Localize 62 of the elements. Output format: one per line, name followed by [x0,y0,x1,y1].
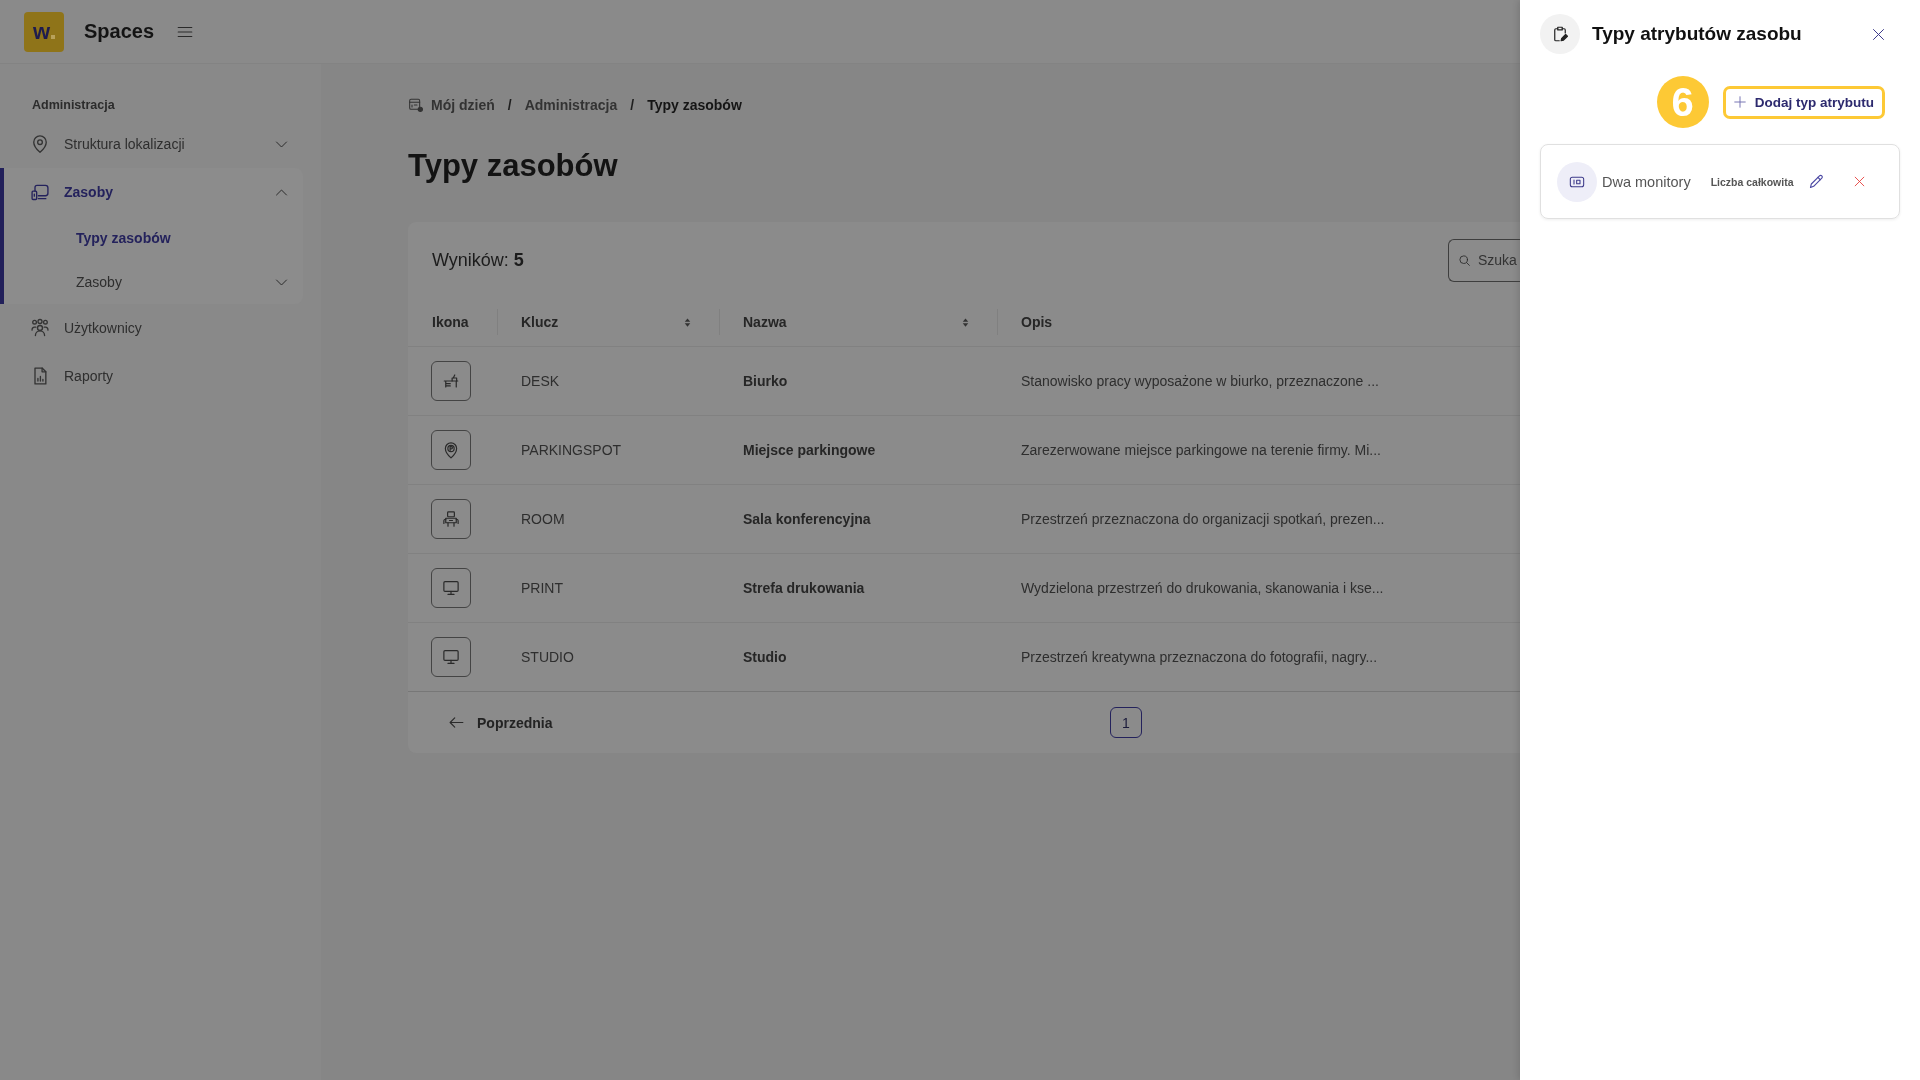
add-attribute-type-button[interactable]: Dodaj typ atrybutu [1722,85,1885,119]
sidebar-item[interactable]: Struktura lokalizacji [0,120,321,168]
device-desk-icon [30,182,50,202]
column-header: Opis [997,298,1520,346]
panel-title: Typy atrybutów zasobu [1592,23,1803,45]
search-icon [1458,253,1471,267]
table-cell-text: ROOM [520,510,566,529]
results-count: Wyników: 5 [432,249,524,271]
sidebar-item[interactable]: Użytkownicy [0,304,321,352]
table-cell-text: Studio [742,648,788,667]
attribute-type: Liczba całkowita [1710,175,1794,188]
monitor-icon [431,637,471,677]
sidebar-item[interactable]: Raporty [0,352,321,400]
app-name: Spaces [84,20,155,43]
table-cell-text: PARKINGSPOT [520,441,623,460]
table-cell-text: Wydzielona przestrzeń do drukowania, skanowania i kse... [1020,579,1385,598]
map-pin-icon [30,134,50,154]
sidebar-item[interactable]: Typy zasobów [4,216,303,260]
delete-x-icon[interactable] [1852,175,1866,188]
plus-icon [1732,95,1747,109]
calendar-gear-icon [408,97,424,113]
table-cell-text: Biurko [742,372,789,391]
clipboard-pencil-icon [1540,14,1580,54]
parking-pin-icon [431,430,471,470]
table-cell-text: Miejsce parkingowe [742,441,877,460]
page-button[interactable]: 1 [1110,707,1142,738]
breadcrumb-link[interactable]: Administracja [524,97,618,113]
sidebar-section-title: Administracja [32,97,116,113]
sidebar-item[interactable]: Zasoby [4,168,303,216]
people-icon [30,318,50,338]
app-logo: w [24,11,64,52]
armchair-icon [431,499,471,539]
column-header: Ikona [431,313,470,332]
step-badge: 6 [1656,76,1709,128]
sidebar-item[interactable]: Zasoby [4,260,303,304]
sort-icon[interactable] [682,315,693,329]
arrow-left-icon [448,714,465,731]
previous-button[interactable]: Poprzednia [448,714,553,731]
attribute-name: Dwa monitory [1602,173,1691,190]
table-cell-text: Stanowisko pracy wyposażone w biurko, przeznaczone ... [1020,372,1380,391]
table-cell-text: STUDIO [520,648,575,667]
table-cell-text: DESK [520,372,561,391]
pencil-icon[interactable] [1807,173,1825,190]
column-header[interactable]: Nazwa [719,298,997,346]
search-field[interactable]: Szuka [1448,238,1520,282]
breadcrumb-current: Typy zasobów [647,97,742,113]
breadcrumb-separator: / [507,97,512,113]
sort-icon[interactable] [960,315,971,329]
close-icon[interactable] [1871,26,1886,42]
breadcrumb-link[interactable]: Mój dzień [408,97,495,113]
breadcrumb-separator: / [630,97,635,113]
id-card-icon [1557,161,1597,202]
table-cell-text: PRINT [520,579,564,598]
table-cell-text: Przestrzeń przeznaczona do organizacji spotkań, prezen... [1020,510,1386,529]
desk-icon [431,361,471,401]
column-header[interactable]: Klucz [497,298,719,346]
table-cell-text: Strefa drukowania [742,579,866,598]
table-cell-text: Zarezerwowane miejsce parkingowe na terenie firmy. Mi... [1020,441,1382,460]
table-cell-text: Sala konferencyjna [742,510,872,529]
page-title: Typy zasobów [408,147,619,185]
monitor-icon [431,568,471,608]
table-cell-text: Przestrzeń kreatywna przeznaczona do fotografii, nagry... [1020,648,1379,667]
